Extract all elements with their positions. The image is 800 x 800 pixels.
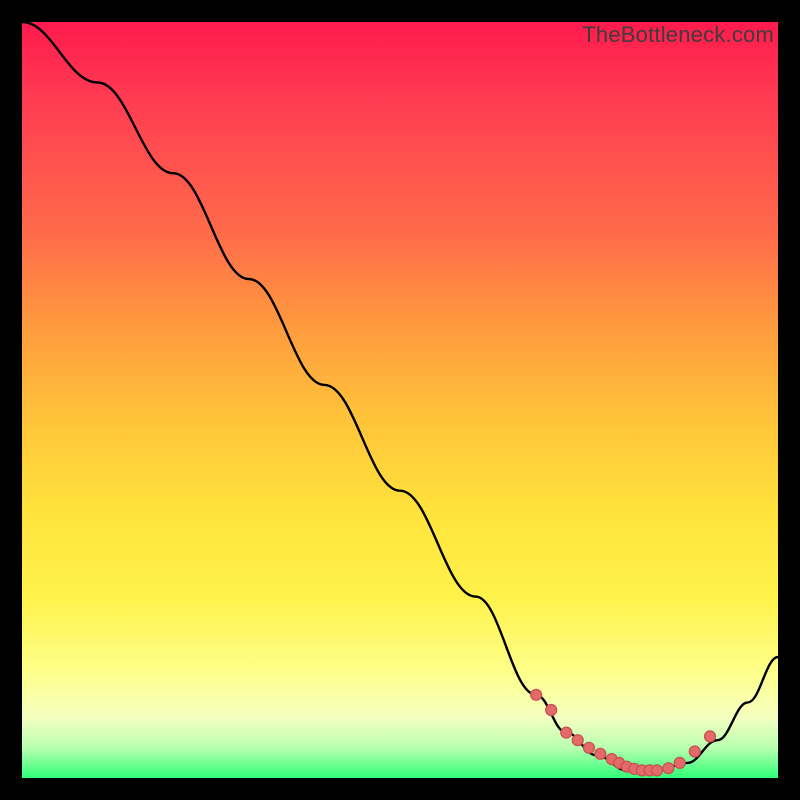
highlight-dot — [595, 748, 606, 759]
highlight-dot — [584, 742, 595, 753]
highlight-dot — [689, 746, 700, 757]
highlight-dot — [546, 705, 557, 716]
plot-area: TheBottleneck.com — [22, 22, 778, 778]
highlight-dot — [663, 763, 674, 774]
chart-frame: TheBottleneck.com — [0, 0, 800, 800]
highlight-dot — [705, 731, 716, 742]
highlight-dot — [572, 735, 583, 746]
highlight-dot — [652, 765, 663, 776]
bottleneck-curve — [22, 22, 778, 770]
highlight-dot — [531, 689, 542, 700]
highlight-dot — [561, 727, 572, 738]
highlight-dot — [674, 757, 685, 768]
chart-svg — [22, 22, 778, 778]
